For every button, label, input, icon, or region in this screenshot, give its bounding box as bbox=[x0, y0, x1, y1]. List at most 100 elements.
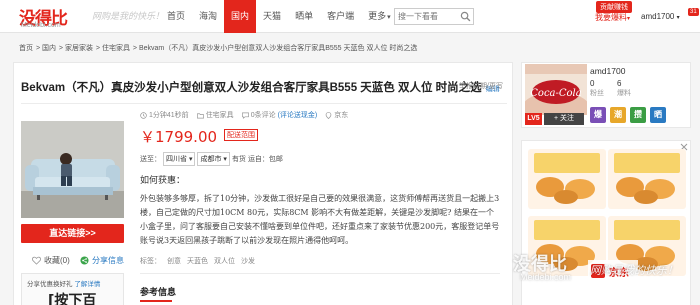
tag-item[interactable]: 双人位 bbox=[214, 256, 235, 266]
heart-icon bbox=[32, 256, 41, 265]
profile-username[interactable]: amd1700 bbox=[590, 66, 625, 76]
nav-item-more[interactable]: 更多▾ bbox=[361, 0, 398, 33]
share-reward-label: 分享优惠换好礼 bbox=[27, 281, 73, 288]
chevron-down-icon: ▾ bbox=[676, 15, 680, 21]
avatar-image: Coca-Cola bbox=[525, 64, 587, 115]
avatar[interactable]: Coca-Cola bbox=[525, 64, 587, 115]
comment-icon bbox=[241, 112, 249, 119]
top-navigation-bar: 没得比 Meidebi.com 网购是我的快乐！ 首页 海淘 国内 天猫 晒单 … bbox=[0, 0, 700, 33]
breadcrumb-item[interactable]: 首页 bbox=[19, 45, 33, 52]
sofa-photo bbox=[21, 121, 124, 218]
site-logo[interactable]: 没得比 Meidebi.com bbox=[19, 4, 89, 30]
delivery-label: 送至： bbox=[140, 156, 161, 163]
stat-value: 0 bbox=[590, 79, 595, 88]
city-select[interactable]: 成都市 ▾ bbox=[197, 152, 230, 166]
svg-text:Coca-Cola: Coca-Cola bbox=[530, 88, 581, 99]
store-link[interactable]: 京东 bbox=[325, 110, 348, 120]
medal-icon[interactable]: 晒 bbox=[650, 107, 666, 123]
learn-more-link[interactable]: 了解详情 bbox=[74, 281, 100, 288]
watermark-slogan: 网购是我的快乐！ bbox=[590, 264, 678, 277]
share-label: 分享信息 bbox=[92, 256, 124, 265]
search-icon[interactable] bbox=[460, 11, 471, 22]
favorite-button[interactable]: 收藏(0) bbox=[32, 255, 70, 266]
breadcrumb-item[interactable]: 国内 bbox=[42, 45, 56, 52]
nav-item-domestic[interactable]: 国内 bbox=[224, 0, 257, 33]
ship-from: 运自：包邮 bbox=[247, 156, 283, 163]
stock-status: 有货 bbox=[231, 156, 246, 163]
share-reward-panel: 分享优惠换好礼 了解详情 [按下百 bbox=[21, 273, 124, 305]
reference-info-heading: 参考信息 bbox=[140, 287, 177, 297]
product-image[interactable] bbox=[21, 121, 124, 218]
category-text: 住宅家具 bbox=[205, 112, 234, 119]
description-body: 外包装够多够厚，拆了10分钟，沙发做工很好是自己要的效果很满意，这货师傅帮再送货… bbox=[140, 194, 500, 245]
nav-item-haitao[interactable]: 海淘 bbox=[192, 0, 224, 33]
snack-box-image bbox=[528, 149, 606, 209]
nav-item-more-label: 更多 bbox=[368, 11, 387, 21]
nav-item-tmall[interactable]: 天猫 bbox=[256, 0, 288, 33]
shipping-range-badge[interactable]: 配送范围 bbox=[224, 129, 258, 141]
logo-subtext: Meidebi.com bbox=[21, 22, 61, 29]
share-button[interactable]: 分享信息 bbox=[80, 255, 124, 266]
stat-value: 6 bbox=[617, 79, 622, 88]
comment-reward-link[interactable]: (评论送现金) bbox=[278, 110, 318, 120]
breadcrumb-item[interactable]: 家居家装 bbox=[65, 45, 93, 52]
location-icon bbox=[325, 111, 332, 119]
nav-item-client[interactable]: 客户端 bbox=[320, 0, 361, 33]
chevron-down-icon: ▾ bbox=[188, 156, 193, 163]
report-link[interactable]: 举报过期/更写 bbox=[459, 81, 503, 91]
breadcrumb-item[interactable]: 住宅家具 bbox=[102, 45, 130, 52]
main-nav: 首页 海淘 国内 天猫 晒单 客户端 更多▾ bbox=[160, 0, 398, 33]
province-select[interactable]: 四川省 ▾ bbox=[163, 152, 196, 166]
folder-icon bbox=[196, 112, 204, 118]
breadcrumb: 首页 > 国内 > 家居家装 > 住宅家具 > Bekvam（不凡）真皮沙发小户… bbox=[19, 45, 418, 52]
site-slogan: 网购是我的快乐！ bbox=[92, 12, 165, 22]
followers-stat[interactable]: 0 粉丝 bbox=[590, 79, 604, 98]
clock-icon bbox=[140, 111, 147, 119]
nav-item-home[interactable]: 首页 bbox=[160, 0, 192, 33]
comments-count: 0条评论 bbox=[250, 112, 276, 119]
comments-link[interactable]: 0条评论 (评论送现金) bbox=[241, 110, 318, 120]
price: ￥1799.00 bbox=[140, 128, 218, 146]
search-box bbox=[394, 8, 474, 25]
delivery-selector: 送至： 四川省 ▾ 成都市 ▾ 有货 运自：包邮 bbox=[140, 152, 283, 166]
stat-label: 粉丝 bbox=[590, 90, 604, 97]
share-icon bbox=[80, 256, 89, 265]
breadcrumb-current: Bekvam（不凡）真皮沙发小户型创意双人沙发组合客厅家具B555 天蓝色 双人… bbox=[138, 45, 418, 52]
nav-item-showorder[interactable]: 晒单 bbox=[288, 0, 320, 33]
post-time-text: 1分钟41秒前 bbox=[149, 112, 189, 119]
search-input[interactable] bbox=[395, 9, 459, 24]
tag-item[interactable]: 创意 bbox=[167, 256, 181, 266]
submit-deal-label: 我要爆料 bbox=[595, 13, 627, 22]
deal-title-text: Bekvam（不凡）真皮沙发小户型创意双人沙发组合客厅家具B555 天蓝色 双人… bbox=[21, 82, 482, 94]
snack-box-image bbox=[608, 149, 686, 209]
username-label: amd1700 bbox=[641, 12, 675, 21]
tags-label: 标签： bbox=[140, 258, 161, 265]
message-count-badge[interactable]: 31 bbox=[688, 8, 699, 16]
city-value: 成都市 bbox=[200, 156, 222, 163]
medal-list: 爆 潮 攒 晒 bbox=[590, 107, 666, 123]
description-heading: 如何获惠： bbox=[140, 176, 186, 186]
medal-icon[interactable]: 爆 bbox=[590, 107, 606, 123]
follow-button[interactable]: + 关注 bbox=[544, 113, 584, 125]
category-link[interactable]: 住宅家具 bbox=[196, 110, 234, 120]
province-value: 四川省 bbox=[166, 156, 187, 163]
divider bbox=[140, 273, 500, 274]
ad-product-tile[interactable] bbox=[528, 149, 606, 209]
store-text: 京东 bbox=[334, 112, 349, 119]
deal-detail-card: Bekvam（不凡）真皮沙发小户型创意双人沙发组合客厅家具B555 天蓝色 双人… bbox=[13, 62, 513, 305]
deal-meta: 1分钟41秒前 住宅家具 0条评论 (评论送现金) 京东 bbox=[140, 110, 348, 120]
medal-icon[interactable]: 攒 bbox=[630, 107, 646, 123]
deal-description: 如何获惠： 外包装够多够厚，拆了10分钟，沙发做工很好是自己要的效果很满意，这货… bbox=[140, 174, 500, 248]
chevron-down-icon: ▾ bbox=[223, 156, 227, 163]
chevron-down-icon: ▾ bbox=[387, 14, 391, 21]
favorite-label: 收藏(0) bbox=[44, 256, 70, 265]
tag-item[interactable]: 天蓝色 bbox=[187, 256, 208, 266]
share-reward-text: 分享优惠换好礼 了解详情 bbox=[27, 278, 100, 288]
medal-icon[interactable]: 潮 bbox=[610, 107, 626, 123]
ad-product-tile[interactable] bbox=[608, 149, 686, 209]
user-menu[interactable]: amd1700 ▾ bbox=[641, 12, 680, 21]
direct-link-button[interactable]: 直达链接>> bbox=[21, 224, 124, 243]
submit-deal-link[interactable]: 我要爆料▾ bbox=[595, 12, 630, 23]
tag-item[interactable]: 沙发 bbox=[241, 256, 255, 266]
deals-stat[interactable]: 6 爆料 bbox=[617, 79, 631, 98]
